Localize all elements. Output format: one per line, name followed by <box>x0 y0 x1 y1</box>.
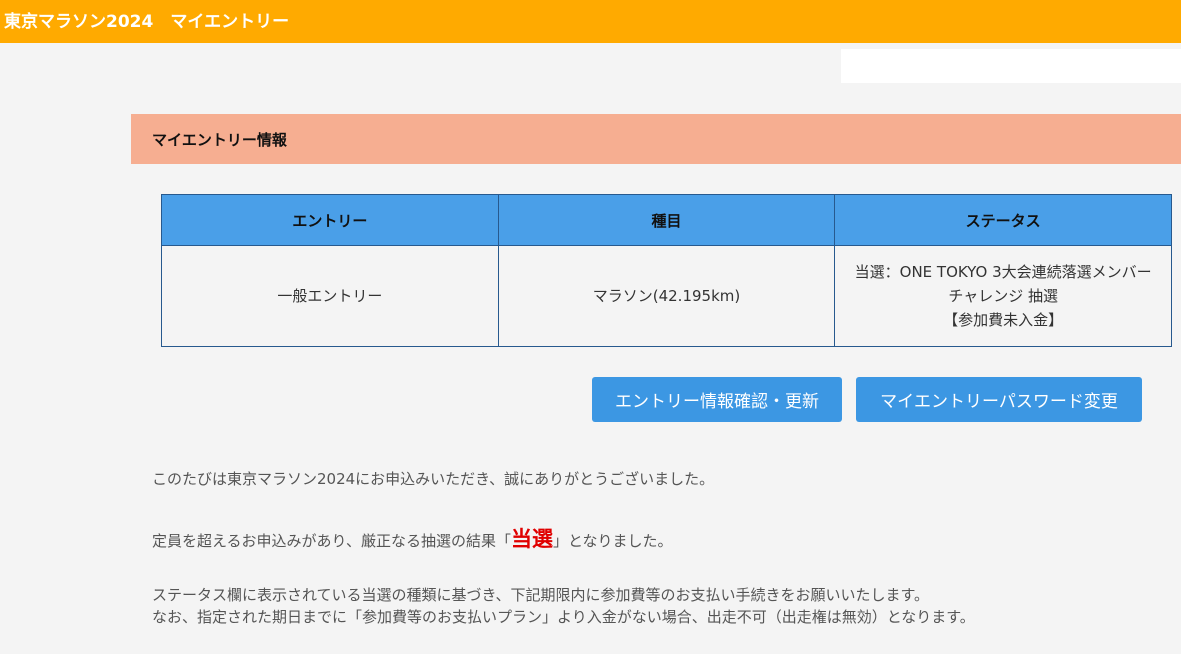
payment-instructions: ステータス欄に表示されている当選の種類に基づき、下記期限内に参加費等のお支払い手… <box>152 584 975 628</box>
section-title: マイエントリー情報 <box>152 131 287 149</box>
column-header-entry: エントリー <box>161 194 499 246</box>
result-highlight-text: 当選 <box>510 527 553 551</box>
entry-type-cell: 一般エントリー <box>161 245 499 347</box>
lottery-result-message: 定員を超えるお申込みがあり、厳正なる抽選の結果「当選」となりました。 <box>152 528 673 552</box>
instruction-line-2: なお、指定された期日までに「参加費等のお支払いプラン」より入金がない場合、出走不… <box>152 608 975 626</box>
event-cell: マラソン(42.195km) <box>497 245 836 347</box>
result-prefix-text: 定員を超えるお申込みがあり、厳正なる抽選の結果「 <box>152 532 511 550</box>
entry-table: エントリー 種目 ステータス 一般エントリー マラソン(42.195km) 当選… <box>161 194 1172 347</box>
status-payment-text: 【参加費未入金】 <box>943 311 1064 329</box>
instruction-line-1: ステータス欄に表示されている当選の種類に基づき、下記期限内に参加費等のお支払い手… <box>152 586 930 604</box>
column-header-event: 種目 <box>497 194 836 246</box>
table-header-row: エントリー 種目 ステータス <box>161 194 1172 246</box>
status-result-text: 当選：ONE TOKYO 3大会連続落選メンバーチャレンジ 抽選 <box>854 263 1152 305</box>
column-header-status: ステータス <box>834 194 1172 246</box>
blank-panel <box>841 49 1181 83</box>
page-title: 東京マラソン2024 マイエントリー <box>4 12 290 32</box>
result-suffix-text: 」となりました。 <box>552 532 673 550</box>
password-change-button[interactable]: マイエントリーパスワード変更 <box>856 377 1142 422</box>
entry-info-update-button[interactable]: エントリー情報確認・更新 <box>592 377 842 422</box>
table-row: 一般エントリー マラソン(42.195km) 当選：ONE TOKYO 3大会連… <box>161 245 1172 347</box>
thanks-message: このたびは東京マラソン2024にお申込みいただき、誠にありがとうございました。 <box>152 470 715 488</box>
status-cell: 当選：ONE TOKYO 3大会連続落選メンバーチャレンジ 抽選 【参加費未入金… <box>834 245 1172 347</box>
top-header-bar: 東京マラソン2024 マイエントリー <box>0 0 1181 43</box>
section-header: マイエントリー情報 <box>131 114 1181 164</box>
